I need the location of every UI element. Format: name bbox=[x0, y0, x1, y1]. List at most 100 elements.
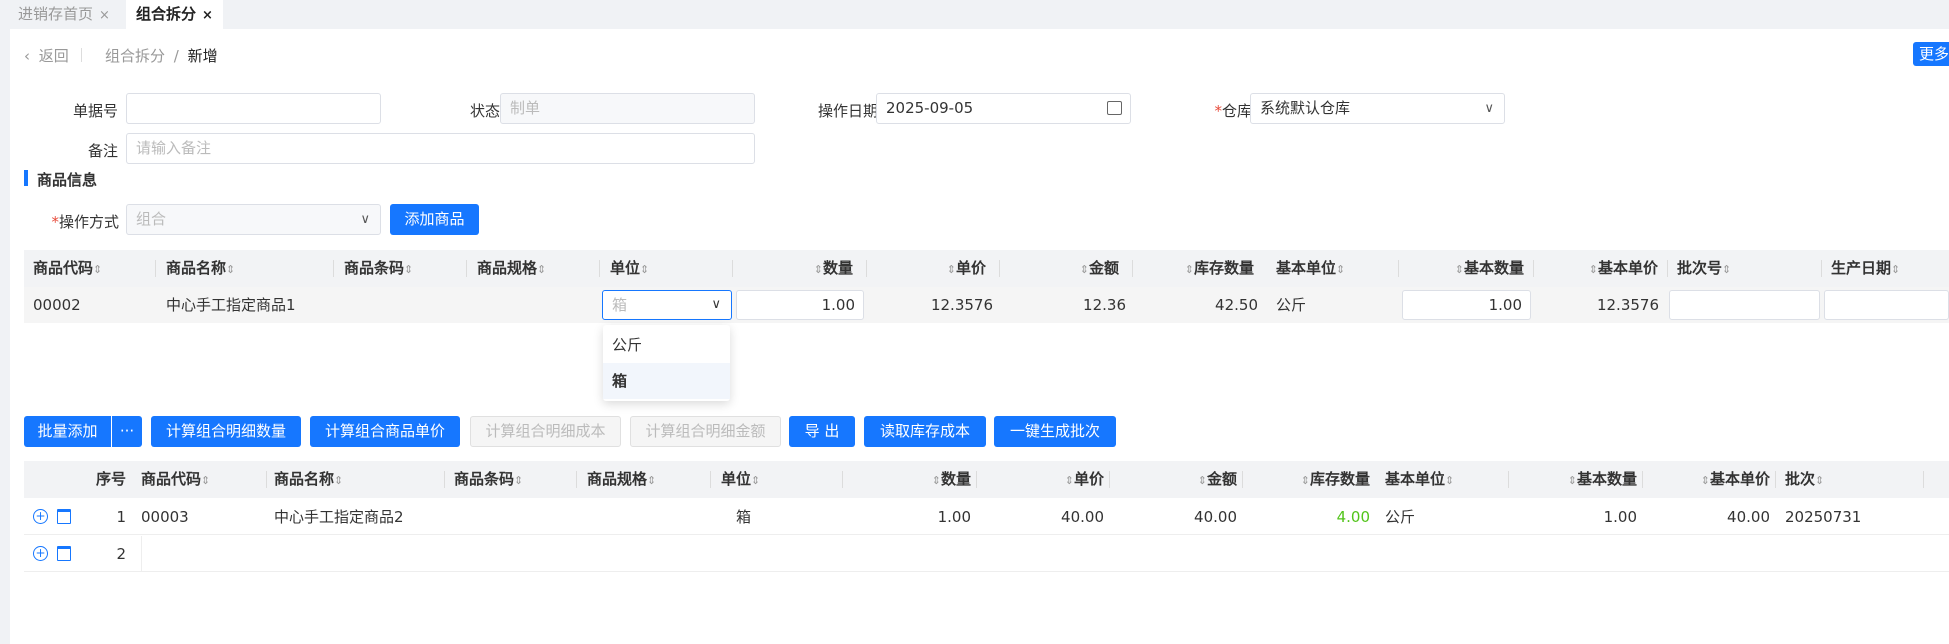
calendar-icon[interactable] bbox=[1107, 101, 1122, 115]
main-panel: ‹ 返回 组合拆分 / 新增 更多 单据号 状态 制单 操作日期 2025-09… bbox=[10, 29, 1949, 644]
qty-input[interactable]: 1.00 bbox=[736, 290, 864, 320]
remark-placeholder: 请输入备注 bbox=[136, 139, 212, 157]
col-spec[interactable]: 商品规格⇕ bbox=[477, 250, 546, 287]
col-batch[interactable]: 批次⇕ bbox=[1785, 461, 1824, 498]
goods-table-header: 商品代码⇕ 商品名称⇕ 商品条码⇕ 商品规格⇕ 单位⇕ ⇕数量 ⇕单价 ⇕金额 … bbox=[24, 250, 1949, 287]
cell-no: 1 bbox=[116, 508, 126, 526]
breadcrumb-sep: / bbox=[173, 47, 179, 65]
calc-detail-amount-button: 计算组合明细金额 bbox=[630, 416, 781, 447]
table-row[interactable]: + 2 bbox=[24, 536, 1949, 572]
back-link[interactable]: ‹ 返回 bbox=[24, 45, 69, 66]
col-prod-date[interactable]: 生产日期⇕ bbox=[1831, 250, 1900, 287]
remark-input[interactable]: 请输入备注 bbox=[126, 133, 755, 164]
cell-base-qty: 1.00 bbox=[1603, 508, 1637, 526]
col-base-price[interactable]: ⇕基本单价 bbox=[1653, 461, 1770, 498]
cell-qty: 1.00 bbox=[937, 508, 971, 526]
export-button[interactable]: 导 出 bbox=[789, 416, 855, 447]
cell-base-unit: 公斤 bbox=[1276, 296, 1307, 314]
chevron-left-icon: ‹ bbox=[24, 47, 30, 65]
tab-combo-split[interactable]: 组合拆分 × bbox=[126, 0, 223, 29]
warehouse-select[interactable]: 系统默认仓库 ∨ bbox=[1250, 93, 1505, 124]
col-amount[interactable]: ⇕金额 bbox=[1120, 461, 1237, 498]
remark-label: 备注 bbox=[87, 142, 118, 160]
col-base-unit[interactable]: 基本单位⇕ bbox=[1385, 461, 1454, 498]
col-code[interactable]: 商品代码⇕ bbox=[33, 250, 102, 287]
col-name[interactable]: 商品名称⇕ bbox=[166, 250, 235, 287]
chevron-down-icon: ∨ bbox=[711, 297, 721, 312]
status-placeholder: 制单 bbox=[510, 99, 541, 117]
base-qty-input[interactable]: 1.00 bbox=[1402, 290, 1531, 320]
cell-code: 00003 bbox=[141, 508, 189, 526]
section-accent bbox=[24, 170, 28, 186]
col-code[interactable]: 商品代码⇕ bbox=[141, 461, 210, 498]
col-unit[interactable]: 单位⇕ bbox=[721, 461, 760, 498]
back-label: 返回 bbox=[38, 47, 69, 65]
breadcrumb: 组合拆分 / 新增 bbox=[105, 45, 218, 66]
col-base-unit[interactable]: 基本单位⇕ bbox=[1276, 250, 1345, 287]
op-label-wrap: *操作方式 bbox=[35, 211, 119, 232]
table-row[interactable]: + 1 00003 中心手工指定商品2 箱 1.00 40.00 40.00 4… bbox=[24, 499, 1949, 535]
unit-dropdown: 公斤 箱 bbox=[603, 325, 730, 401]
batch-no-input[interactable] bbox=[1669, 290, 1820, 320]
add-row-icon[interactable]: + bbox=[33, 546, 48, 561]
gen-batch-button[interactable]: 一键生成批次 bbox=[994, 416, 1116, 447]
col-name[interactable]: 商品名称⇕ bbox=[274, 461, 343, 498]
col-barcode[interactable]: 商品条码⇕ bbox=[344, 250, 413, 287]
col-base-qty[interactable]: ⇕基本数量 bbox=[1520, 461, 1637, 498]
close-icon[interactable]: × bbox=[202, 8, 213, 23]
cell-amount: 40.00 bbox=[1194, 508, 1237, 526]
bill-no-input[interactable] bbox=[126, 93, 381, 124]
status-label: 状态 bbox=[469, 102, 500, 120]
add-row-icon[interactable]: + bbox=[33, 509, 48, 524]
col-unit[interactable]: 单位⇕ bbox=[610, 250, 649, 287]
tab-bar: 进销存首页 × 组合拆分 × bbox=[0, 0, 1949, 29]
read-cost-button[interactable]: 读取库存成本 bbox=[864, 416, 986, 447]
required-mark: * bbox=[1214, 102, 1222, 120]
chevron-down-icon: ∨ bbox=[1484, 101, 1494, 116]
op-mode-select[interactable]: 组合 ∨ bbox=[126, 204, 381, 235]
col-no: 序号 bbox=[95, 470, 126, 488]
col-price[interactable]: ⇕单价 bbox=[876, 250, 986, 287]
close-icon[interactable]: × bbox=[99, 8, 110, 23]
col-base-qty[interactable]: ⇕基本数量 bbox=[1409, 250, 1524, 287]
date-input[interactable]: 2025-09-05 bbox=[876, 93, 1131, 124]
delete-icon[interactable] bbox=[57, 509, 71, 524]
unit-select[interactable]: 箱 ∨ bbox=[602, 290, 732, 320]
date-value: 2025-09-05 bbox=[886, 99, 974, 117]
cell-stock: 42.50 bbox=[1215, 296, 1258, 314]
col-qty[interactable]: ⇕数量 bbox=[743, 250, 853, 287]
required-mark: * bbox=[51, 213, 59, 231]
batch-add-button[interactable]: 批量添加 bbox=[24, 416, 111, 447]
col-barcode[interactable]: 商品条码⇕ bbox=[454, 461, 523, 498]
col-base-price[interactable]: ⇕基本单价 bbox=[1543, 250, 1658, 287]
col-stock[interactable]: ⇕库存数量 bbox=[1142, 250, 1254, 287]
calc-unit-price-button[interactable]: 计算组合商品单价 bbox=[310, 416, 460, 447]
warehouse-label: 仓库 bbox=[1221, 102, 1252, 120]
more-button[interactable]: 更多 bbox=[1913, 42, 1949, 66]
unit-option-kg[interactable]: 公斤 bbox=[603, 327, 730, 363]
breadcrumb-parent[interactable]: 组合拆分 bbox=[105, 47, 165, 65]
col-stock[interactable]: ⇕库存数量 bbox=[1253, 461, 1370, 498]
warehouse-label-wrap: *仓库 bbox=[1190, 100, 1252, 121]
col-spec[interactable]: 商品规格⇕ bbox=[587, 461, 656, 498]
detail-table-header: 序号 商品代码⇕ 商品名称⇕ 商品条码⇕ 商品规格⇕ 单位⇕ ⇕数量 ⇕单价 ⇕… bbox=[24, 461, 1949, 498]
col-batch-no[interactable]: 批次号⇕ bbox=[1677, 250, 1731, 287]
delete-icon[interactable] bbox=[57, 546, 71, 561]
table-row[interactable]: 00002 中心手工指定商品1 箱 ∨ 1.00 12.3576 12.36 4… bbox=[24, 287, 1949, 323]
col-amount[interactable]: ⇕金额 bbox=[1009, 250, 1119, 287]
chevron-down-icon: ∨ bbox=[360, 212, 370, 227]
cell-price: 40.00 bbox=[1061, 508, 1104, 526]
calc-detail-qty-button[interactable]: 计算组合明细数量 bbox=[151, 416, 301, 447]
cell-code: 00002 bbox=[33, 296, 81, 314]
prod-date-input[interactable] bbox=[1824, 290, 1949, 320]
col-price[interactable]: ⇕单价 bbox=[987, 461, 1104, 498]
cell-unit: 箱 bbox=[736, 508, 752, 526]
status-input: 制单 bbox=[500, 93, 755, 124]
tab-combo-split-label: 组合拆分 bbox=[136, 5, 197, 23]
col-qty[interactable]: ⇕数量 bbox=[854, 461, 971, 498]
unit-option-box[interactable]: 箱 bbox=[603, 363, 730, 399]
more-actions-button[interactable]: ··· bbox=[112, 416, 142, 447]
cell-base-price: 40.00 bbox=[1727, 508, 1770, 526]
tab-home[interactable]: 进销存首页 × bbox=[8, 0, 120, 29]
add-goods-button[interactable]: 添加商品 bbox=[390, 204, 479, 235]
